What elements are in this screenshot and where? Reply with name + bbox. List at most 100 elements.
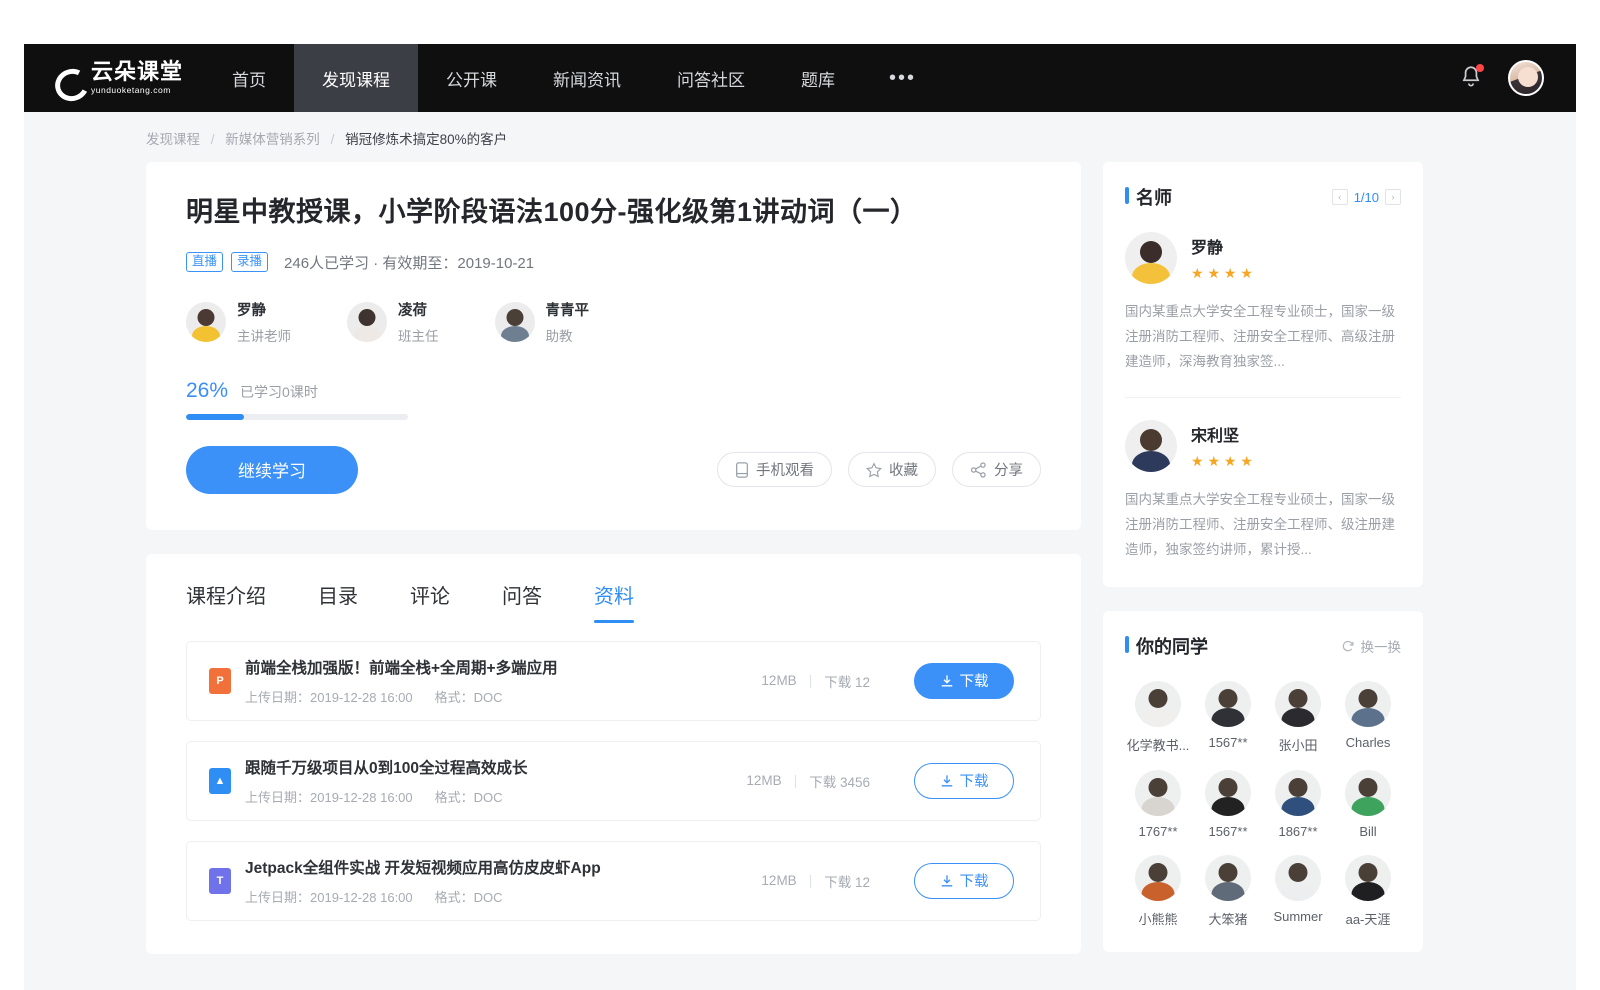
- famous-teacher-item[interactable]: 罗静 ★ ★ ★ ★ 国内某重点大学安全工程专业硕士，国家一级注册消防工程师、注…: [1125, 232, 1401, 375]
- resource-format: 格式：DOC: [435, 687, 503, 706]
- list-item[interactable]: 小熊熊: [1125, 855, 1191, 928]
- teacher-role: 主讲老师: [237, 325, 291, 345]
- text-file-icon: T: [209, 868, 231, 894]
- avatar: [1125, 420, 1177, 472]
- list-item[interactable]: aa-天涯: [1335, 855, 1401, 928]
- breadcrumb-current: 销冠修炼术搞定80%的客户: [345, 132, 507, 147]
- download-icon: [940, 874, 954, 888]
- list-item[interactable]: 大笨猪: [1195, 855, 1261, 928]
- resource-downloads: 下载 12: [824, 871, 870, 891]
- list-item[interactable]: Bill: [1335, 770, 1401, 839]
- course-meta-row: 直播 录播 246人已学习 · 有效期至：2019-10-21: [186, 252, 1041, 273]
- resource-name: 跟随千万级项目从0到100全过程高效成长: [245, 756, 527, 778]
- nav-item-home[interactable]: 首页: [204, 44, 294, 112]
- user-avatar[interactable]: [1508, 60, 1544, 96]
- nav-more-button[interactable]: •••: [863, 44, 942, 112]
- avatar: [186, 302, 226, 342]
- page-content: 明星中教授课，小学阶段语法100分-强化级第1讲动词（一） 直播 录播 246人…: [24, 162, 1576, 954]
- list-item[interactable]: 化学教书...: [1125, 681, 1191, 754]
- pager-prev-button[interactable]: ‹: [1332, 189, 1348, 205]
- classmate-name: 1867**: [1278, 824, 1317, 839]
- resource-stats: 12MB | 下载 12: [761, 871, 870, 891]
- mobile-watch-button[interactable]: 手机观看: [717, 452, 832, 487]
- share-button[interactable]: 分享: [952, 452, 1041, 487]
- resource-upload-date: 上传日期：2019-12-28 16:00: [245, 687, 413, 706]
- refresh-icon: [1341, 639, 1355, 653]
- pager-text: 1/10: [1354, 190, 1379, 205]
- nav-items: 首页 发现课程 公开课 新闻资讯 问答社区 题库 •••: [204, 44, 942, 112]
- classmate-name: Summer: [1273, 909, 1322, 924]
- teacher-name: 罗静: [237, 299, 291, 320]
- tab-comments[interactable]: 评论: [410, 580, 450, 623]
- famous-teacher-item[interactable]: 宋利坚 ★ ★ ★ ★ 国内某重点大学安全工程专业硕士，国家一级注册消防工程师、…: [1125, 420, 1401, 563]
- avatar: [1345, 681, 1391, 727]
- tab-catalog[interactable]: 目录: [318, 580, 358, 623]
- famous-teacher-desc: 国内某重点大学安全工程专业硕士，国家一级注册消防工程师、注册安全工程师、高级注册…: [1125, 300, 1401, 375]
- famous-teacher-desc: 国内某重点大学安全工程专业硕士，国家一级注册消防工程师、注册安全工程师、级注册建…: [1125, 488, 1401, 563]
- list-item[interactable]: Summer: [1265, 855, 1331, 928]
- course-teacher[interactable]: 青青平 助教: [495, 299, 590, 345]
- list-item[interactable]: 张小田: [1265, 681, 1331, 754]
- nav-item-discover-courses[interactable]: 发现课程: [294, 44, 418, 112]
- nav-item-question-bank[interactable]: 题库: [773, 44, 863, 112]
- nav-right-area: [1458, 44, 1576, 112]
- list-item[interactable]: 1567**: [1195, 770, 1261, 839]
- brand-name-en: yunduoketang.com: [91, 86, 183, 95]
- rating-stars: ★ ★ ★ ★: [1191, 265, 1253, 282]
- course-teacher[interactable]: 罗静 主讲老师: [186, 299, 291, 345]
- course-header-card: 明星中教授课，小学阶段语法100分-强化级第1讲动词（一） 直播 录播 246人…: [146, 162, 1081, 530]
- resource-name: Jetpack全组件实战 开发短视频应用高仿皮皮虾App: [245, 856, 601, 878]
- rating-stars: ★ ★ ★ ★: [1191, 453, 1253, 470]
- list-item[interactable]: ▲ 跟随千万级项目从0到100全过程高效成长 上传日期：2019-12-28 1…: [186, 741, 1041, 821]
- teacher-name: 青青平: [546, 299, 590, 320]
- tag-recorded: 录播: [231, 252, 268, 272]
- breadcrumb-item-discover[interactable]: 发现课程: [146, 132, 200, 147]
- famous-teachers-pager: ‹ 1/10 ›: [1332, 189, 1401, 205]
- avatar: [1345, 770, 1391, 816]
- nav-item-qa-community[interactable]: 问答社区: [649, 44, 773, 112]
- course-meta-text: 246人已学习 · 有效期至：2019-10-21: [284, 252, 534, 273]
- download-button[interactable]: 下载: [914, 763, 1014, 799]
- avatar: [1205, 770, 1251, 816]
- notification-badge-dot: [1476, 64, 1484, 72]
- pager-next-button[interactable]: ›: [1385, 189, 1401, 205]
- favorite-button[interactable]: 收藏: [848, 452, 936, 487]
- tab-qa[interactable]: 问答: [502, 580, 542, 623]
- list-item[interactable]: Charles: [1335, 681, 1401, 754]
- brand-logo[interactable]: 云朵课堂 yunduoketang.com: [24, 44, 204, 112]
- resource-size: 12MB: [746, 773, 781, 788]
- progress-bar-fill: [186, 414, 244, 420]
- notification-bell-button[interactable]: [1458, 64, 1484, 92]
- tab-course-intro[interactable]: 课程介绍: [186, 580, 266, 623]
- main-column: 明星中教授课，小学阶段语法100分-强化级第1讲动词（一） 直播 录播 246人…: [146, 162, 1081, 954]
- refresh-classmates-button[interactable]: 换一换: [1341, 636, 1402, 656]
- famous-teachers-card: 名师 ‹ 1/10 › 罗静 ★ ★ ★ ★ 国: [1103, 162, 1423, 587]
- breadcrumb-separator: /: [331, 132, 335, 147]
- nav-item-open-class[interactable]: 公开课: [418, 44, 525, 112]
- list-item[interactable]: 1767**: [1125, 770, 1191, 839]
- classmate-name: 小熊熊: [1138, 909, 1177, 928]
- course-tabs: 课程介绍 目录 评论 问答 资料: [186, 554, 1041, 623]
- course-teacher-list: 罗静 主讲老师 凌荷 班主任 青青平: [186, 299, 1041, 345]
- list-item[interactable]: T Jetpack全组件实战 开发短视频应用高仿皮皮虾App 上传日期：2019…: [186, 841, 1041, 921]
- download-button[interactable]: 下载: [914, 663, 1014, 699]
- list-item[interactable]: P 前端全栈加强版！前端全栈+全周期+多端应用 上传日期：2019-12-28 …: [186, 641, 1041, 721]
- image-file-icon: ▲: [209, 768, 231, 794]
- continue-learning-button[interactable]: 继续学习: [186, 446, 358, 494]
- classmate-name: 化学教书...: [1127, 735, 1190, 754]
- list-item[interactable]: 1867**: [1265, 770, 1331, 839]
- classmate-name: 1567**: [1208, 735, 1247, 750]
- list-item[interactable]: 1567**: [1195, 681, 1261, 754]
- avatar: [1135, 770, 1181, 816]
- cloud-logo-icon: [55, 65, 85, 91]
- course-teacher[interactable]: 凌荷 班主任: [347, 299, 439, 345]
- tab-materials[interactable]: 资料: [594, 580, 634, 623]
- breadcrumb-separator: /: [211, 132, 215, 147]
- course-tabs-card: 课程介绍 目录 评论 问答 资料 P 前端全栈加强版！前端全栈+全周期+多端应用…: [146, 554, 1081, 954]
- breadcrumb-item-series[interactable]: 新媒体营销系列: [225, 132, 320, 147]
- download-button[interactable]: 下载: [914, 863, 1014, 899]
- classmates-grid: 化学教书... 1567** 张小田 Charles 1767** 1567**…: [1125, 681, 1401, 928]
- nav-item-news[interactable]: 新闻资讯: [525, 44, 649, 112]
- star-icon: [866, 462, 882, 478]
- resource-stats: 12MB | 下载 12: [761, 671, 870, 691]
